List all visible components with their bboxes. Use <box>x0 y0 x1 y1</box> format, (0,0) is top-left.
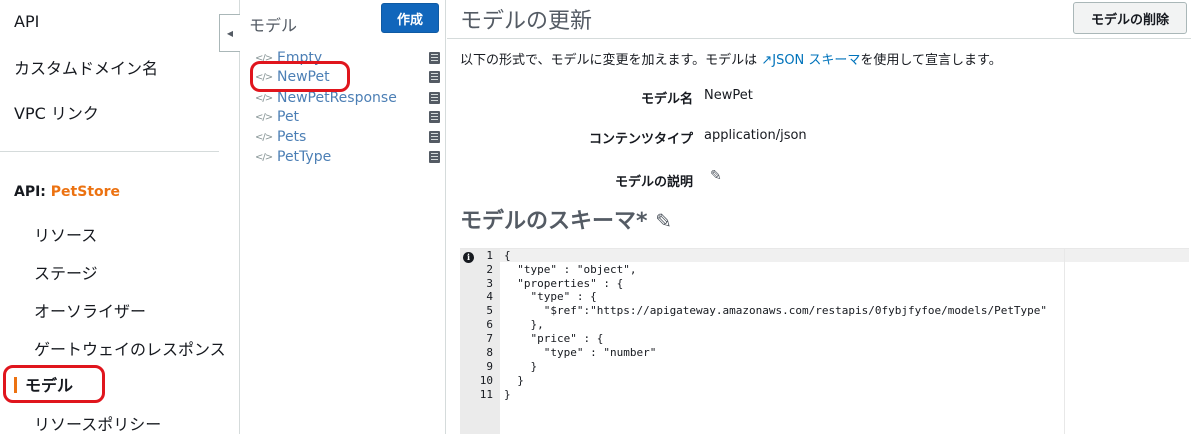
create-model-button[interactable]: 作成 <box>381 3 439 33</box>
code-line: "properties" : { <box>504 277 624 290</box>
nav-item-resources[interactable]: リソース <box>34 222 97 246</box>
model-name-label: モデル名 <box>640 92 693 107</box>
left-navigation: API カスタムドメイン名 VPC リンク API: PetStore リソース… <box>0 0 240 434</box>
delete-model-button[interactable]: モデルの削除 <box>1073 2 1187 34</box>
code-line: }, <box>504 318 544 331</box>
model-item-pettype[interactable]: </> PetType <box>255 147 440 167</box>
code-icon: </> <box>255 111 273 123</box>
model-link[interactable]: NewPetResponse <box>277 90 429 106</box>
code-icon: </> <box>255 151 273 163</box>
schema-code-editor[interactable]: i 1 2 3 4 5 6 7 8 9 10 11 { "type" : "ob… <box>460 248 1189 434</box>
line-number: 5 <box>486 304 493 317</box>
book-icon[interactable] <box>429 92 440 104</box>
line-number: 9 <box>486 360 493 373</box>
active-line-highlight <box>500 249 1189 262</box>
chevron-left-icon: ◀ <box>226 28 234 38</box>
model-list-panel: モデル 作成 </> Empty </> NewPet </> NewPetRe… <box>240 0 446 434</box>
schema-title: モデルのスキーマ* ✎ <box>460 203 672 235</box>
desc-prefix: 以下の形式で、モデルに変更を加えます。モデルは <box>460 53 762 68</box>
book-icon[interactable] <box>429 111 440 123</box>
page-title: モデルの更新 <box>460 9 593 34</box>
model-link[interactable]: Pet <box>277 109 429 125</box>
content-type-value: application/json <box>704 128 807 143</box>
json-schema-link[interactable]: ↗JSON スキーマ <box>761 53 860 68</box>
line-number: 8 <box>486 346 493 359</box>
nav-item-vpc-link[interactable]: VPC リンク <box>14 100 99 124</box>
code-line: "type" : { <box>504 290 597 303</box>
schema-description: 以下の形式で、モデルに変更を加えます。モデルは ↗JSON スキーマを使用して宣… <box>460 49 1002 68</box>
model-item-pets[interactable]: </> Pets <box>255 127 440 147</box>
title-divider <box>447 38 1191 39</box>
nav-item-resource-policy[interactable]: リソースポリシー <box>34 411 161 434</box>
line-number: 1 <box>486 249 493 262</box>
collapse-nav-button[interactable]: ◀ <box>219 14 240 52</box>
pencil-icon[interactable]: ✎ <box>710 168 722 184</box>
book-icon[interactable] <box>429 71 440 83</box>
line-number: 2 <box>486 263 493 276</box>
nav-item-gateway-responses[interactable]: ゲートウェイのレスポンス <box>34 336 226 360</box>
model-item-pet[interactable]: </> Pet <box>255 107 440 127</box>
model-link[interactable]: Pets <box>277 129 429 145</box>
nav-divider <box>0 151 219 152</box>
highlight-ring-newpet <box>250 61 350 92</box>
code-icon: </> <box>255 92 273 104</box>
book-icon[interactable] <box>429 131 440 143</box>
pencil-icon[interactable]: ✎ <box>655 209 672 233</box>
schema-title-text: モデルのスキーマ* <box>460 209 648 234</box>
code-line: "$ref":"https://apigateway.amazonaws.com… <box>504 304 1048 317</box>
model-name-value: NewPet <box>704 88 753 103</box>
code-line: { <box>504 249 511 262</box>
code-line: } <box>504 374 524 387</box>
json-schema-link-label: JSON スキーマ <box>772 53 861 68</box>
nav-item-api[interactable]: API <box>14 12 39 31</box>
api-name[interactable]: PetStore <box>51 184 120 200</box>
book-icon[interactable] <box>429 151 440 163</box>
code-icon: </> <box>255 131 273 143</box>
desc-suffix: を使用して宣言します。 <box>860 53 1002 68</box>
line-number: 6 <box>486 318 493 331</box>
code-line: } <box>504 360 538 373</box>
api-heading: API: PetStore <box>14 184 120 200</box>
api-prefix: API: <box>14 184 51 200</box>
line-number: 11 <box>479 388 493 401</box>
content-type-label: コンテンツタイプ <box>588 132 693 147</box>
code-line: "type" : "object", <box>504 263 637 276</box>
model-list-title: モデル <box>249 16 298 35</box>
model-detail-panel: モデルの更新 モデルの削除 以下の形式で、モデルに変更を加えます。モデルは ↗J… <box>447 0 1191 434</box>
print-margin <box>1064 249 1065 434</box>
nav-item-stages[interactable]: ステージ <box>34 260 98 284</box>
nav-item-authorizers[interactable]: オーソライザー <box>34 298 146 322</box>
book-icon[interactable] <box>429 52 440 64</box>
line-number: 4 <box>486 290 493 303</box>
line-number: 7 <box>486 332 493 345</box>
model-link[interactable]: PetType <box>277 149 429 165</box>
code-line: "price" : { <box>504 332 604 345</box>
model-description-label: モデルの説明 <box>614 175 693 190</box>
editor-gutter: i 1 2 3 4 5 6 7 8 9 10 11 <box>460 249 500 434</box>
line-number: 10 <box>479 374 493 387</box>
nav-item-custom-domain[interactable]: カスタムドメイン名 <box>14 55 158 79</box>
code-line: "type" : "number" <box>504 346 657 359</box>
highlight-ring-nav-models <box>3 365 105 403</box>
external-link-icon: ↗ <box>761 53 773 68</box>
line-number: 3 <box>486 277 493 290</box>
code-line: } <box>504 388 511 401</box>
